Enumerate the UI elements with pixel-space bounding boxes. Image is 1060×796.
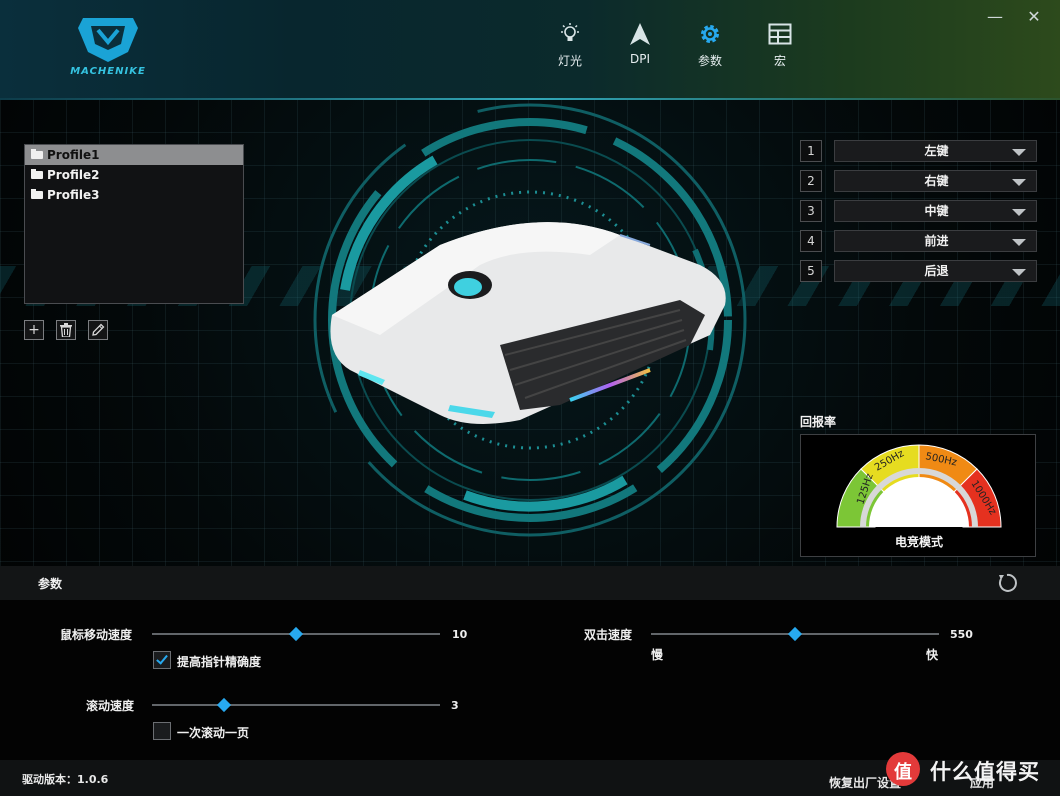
report-rate-title: 回报率 (800, 415, 837, 429)
report-rate-mode: 电竞模式 (894, 535, 943, 549)
double-click-slider[interactable] (651, 626, 939, 642)
nav-tab-macro-label: 宏 (773, 54, 786, 68)
header-bar: MACHENIKE 灯光 DPI 参数 宏 — ✕ (0, 0, 1060, 100)
nav-tab-params-label: 参数 (697, 54, 722, 68)
scroll-page-label: 一次滚动一页 (177, 726, 250, 740)
mouse-speed-value: 10 (452, 628, 468, 641)
app-window: MACHENIKE 灯光 DPI 参数 宏 — ✕ Profile1 Profi… (0, 0, 1060, 796)
slider-track (152, 704, 440, 706)
slider-thumb[interactable] (787, 626, 803, 642)
chevron-down-icon (1012, 149, 1026, 156)
dropdown-value: 前进 (924, 234, 949, 248)
logo-text: MACHENIKE (70, 66, 146, 77)
reset-icon[interactable] (996, 572, 1018, 594)
button-assignment-row-2: 2 右键 (800, 170, 1037, 192)
profile-item-3[interactable]: Profile3 (25, 185, 243, 205)
report-rate-panel: 125Hz 250Hz 500Hz 1000Hz 电竞模式 (800, 434, 1036, 557)
chevron-down-icon (1012, 209, 1026, 216)
params-title: 参数 (38, 577, 63, 591)
mouse-illustration (330, 222, 726, 424)
button-2-dropdown[interactable]: 右键 (834, 170, 1037, 192)
profile-item-2[interactable]: Profile2 (25, 165, 243, 185)
button-number: 2 (800, 170, 822, 192)
grid-table-icon (768, 23, 792, 45)
gear-icon (701, 25, 719, 43)
pencil-icon (92, 323, 105, 336)
button-number: 5 (800, 260, 822, 282)
dropdown-value: 左键 (924, 144, 949, 158)
mouse-speed-label: 鼠标移动速度 (60, 628, 133, 642)
button-assignment-row-5: 5 后退 (800, 260, 1037, 282)
button-3-dropdown[interactable]: 中键 (834, 200, 1037, 222)
minimize-button[interactable]: — (986, 8, 1004, 26)
profile-list: Profile1 Profile2 Profile3 (24, 144, 244, 304)
button-4-dropdown[interactable]: 前进 (834, 230, 1037, 252)
trash-icon (60, 323, 72, 338)
cursor-arrow-icon (630, 23, 650, 45)
profile-item-label: Profile2 (47, 168, 100, 182)
watermark-mark: 值 (894, 762, 912, 783)
dropdown-value: 后退 (924, 264, 949, 278)
dropdown-value: 右键 (924, 174, 949, 188)
button-assignment-row-3: 3 中键 (800, 200, 1037, 222)
folder-icon (31, 149, 43, 159)
add-profile-button[interactable]: + (24, 320, 44, 340)
nav-tab-lighting[interactable]: 灯光 (545, 22, 595, 80)
params-section-header: 参数 (0, 566, 1060, 600)
check-icon (156, 652, 168, 665)
lightbulb-icon (561, 23, 579, 41)
folder-icon (31, 189, 43, 199)
slider-thumb[interactable] (288, 626, 304, 642)
chevron-down-icon (1012, 179, 1026, 186)
button-number: 4 (800, 230, 822, 252)
driver-version: 驱动版本：1.0.6 (22, 773, 109, 786)
button-assignment-row-4: 4 前进 (800, 230, 1037, 252)
nav-tab-lighting-label: 灯光 (557, 54, 582, 68)
machenike-logo: MACHENIKE (58, 14, 158, 84)
close-button[interactable]: ✕ (1025, 8, 1043, 26)
machenike-logo-icon (78, 18, 138, 62)
double-click-value: 550 (950, 628, 973, 641)
mouse-speed-slider[interactable] (152, 626, 440, 642)
precision-label: 提高指针精确度 (177, 655, 262, 669)
double-click-max-label: 快 (926, 648, 939, 662)
nav-tab-macro[interactable]: 宏 (755, 22, 805, 80)
folder-icon (31, 169, 43, 179)
nav-tab-dpi-label: DPI (629, 52, 650, 66)
scroll-speed-value: 3 (451, 699, 459, 712)
button-assignment-row-1: 1 左键 (800, 140, 1037, 162)
edit-profile-button[interactable] (88, 320, 108, 340)
button-1-dropdown[interactable]: 左键 (834, 140, 1037, 162)
double-click-min-label: 慢 (651, 648, 664, 662)
precision-checkbox[interactable] (153, 651, 171, 669)
profile-item-label: Profile1 (47, 148, 100, 162)
chevron-down-icon (1012, 239, 1026, 246)
report-rate-gauge: 125Hz 250Hz 500Hz 1000Hz (836, 444, 1002, 528)
chevron-down-icon (1012, 269, 1026, 276)
button-number: 3 (800, 200, 822, 222)
scroll-speed-slider[interactable] (152, 697, 440, 713)
nav-tab-dpi[interactable]: DPI (615, 22, 665, 80)
scroll-speed-label: 滚动速度 (86, 699, 135, 713)
watermark: 值 什么值得买 (886, 752, 1056, 786)
slider-thumb[interactable] (216, 697, 232, 713)
dropdown-value: 中键 (924, 204, 949, 218)
profile-item-1[interactable]: Profile1 (25, 145, 243, 165)
watermark-text: 什么值得买 (930, 760, 1040, 784)
button-5-dropdown[interactable]: 后退 (834, 260, 1037, 282)
profile-item-label: Profile3 (47, 188, 100, 202)
double-click-label: 双击速度 (584, 628, 633, 642)
plus-icon: + (28, 322, 40, 338)
scroll-page-checkbox[interactable] (153, 722, 171, 740)
button-number: 1 (800, 140, 822, 162)
delete-profile-button[interactable] (56, 320, 76, 340)
nav-tab-params[interactable]: 参数 (685, 22, 735, 80)
